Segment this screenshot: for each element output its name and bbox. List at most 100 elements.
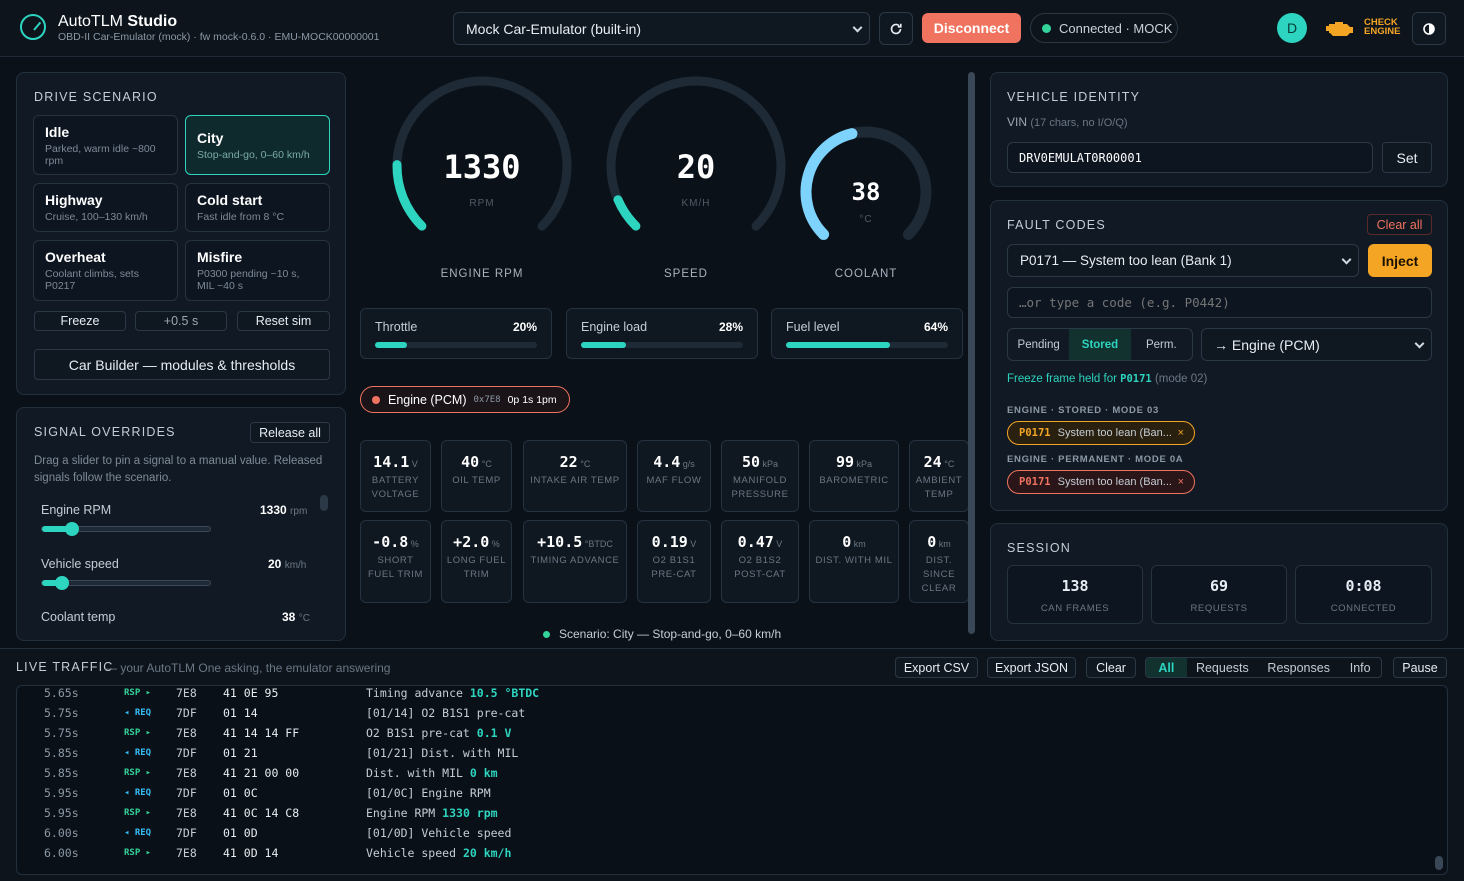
live-traffic-title: LIVE TRAFFIC — [16, 660, 114, 674]
seg-pending[interactable]: Pending — [1008, 329, 1069, 360]
export-csv-button[interactable]: Export CSV — [895, 657, 978, 678]
set-vin-button[interactable]: Set — [1382, 142, 1432, 173]
gauge-label: ENGINE RPM — [440, 268, 524, 280]
step-button[interactable]: +0.5 s — [135, 311, 227, 331]
filter-requests[interactable]: Requests — [1187, 658, 1258, 677]
reset-sim-button[interactable]: Reset sim — [237, 311, 330, 331]
traffic-dir: ◂ REQ — [124, 748, 152, 758]
log-scrollbar[interactable] — [1435, 856, 1443, 870]
traffic-desc: Engine RPM 1330 rpm — [366, 806, 498, 820]
vehicle-speed-slider[interactable] — [41, 576, 211, 590]
connection-status-text: Connected · MOCK — [1059, 20, 1173, 36]
scenario-name: City — [197, 130, 224, 146]
override-value-number: 38 — [282, 610, 296, 624]
freeze-frame-text: Freeze frame held for — [1007, 373, 1121, 385]
bar-label: Throttle — [375, 320, 418, 334]
pid-value: 40 °C — [442, 453, 511, 471]
scrollbar-thumb[interactable] — [320, 495, 328, 511]
freeze-button[interactable]: Freeze — [34, 311, 126, 331]
app-title: AutoTLM Studio — [58, 13, 178, 30]
bar-track — [581, 342, 743, 348]
traffic-id: 7DF — [176, 706, 197, 720]
slider-handle[interactable] — [55, 576, 70, 590]
module-chip[interactable]: Engine (PCM) 0x7E8 0p 1s 1pm — [360, 386, 570, 413]
inject-button[interactable]: Inject — [1368, 244, 1432, 277]
override-value-number: 20 — [268, 557, 282, 571]
refresh-icon — [890, 23, 902, 34]
pid-unit: km — [936, 539, 951, 549]
pid-unit: °C — [577, 459, 591, 469]
scenario-name: Idle — [45, 124, 70, 140]
bar-value: 20% — [512, 320, 537, 334]
traffic-desc: [01/14] O2 B1S1 pre-cat — [366, 706, 525, 720]
close-icon[interactable]: × — [1178, 427, 1184, 439]
clear-log-button[interactable]: Clear — [1086, 657, 1136, 678]
export-json-button[interactable]: Export JSON — [987, 657, 1076, 678]
theme-toggle-button[interactable] — [1412, 12, 1446, 45]
release-all-button[interactable]: Release all — [250, 422, 330, 443]
gauge-unit: RPM — [469, 198, 494, 209]
traffic-desc-text: [01/21] Dist. with MIL — [366, 746, 519, 760]
scenario-card-overheat[interactable]: Overheat Coolant climbs, sets P0217 — [33, 240, 178, 301]
refresh-button[interactable] — [879, 12, 913, 45]
traffic-desc: Vehicle speed 20 km/h — [366, 846, 511, 860]
pid-unit: kPa — [760, 459, 779, 469]
scenario-status: Scenario: City — Stop-and-go, 0–60 km/h — [543, 627, 781, 641]
device-select[interactable]: Mock Car-Emulator (built-in) — [453, 12, 870, 45]
traffic-hx: 01 21 — [223, 746, 258, 760]
top-bar: AutoTLM Studio OBD-II Car-Emulator (mock… — [0, 0, 1464, 57]
dtc-tag-stored[interactable]: P0171 System too lean (Ban... × — [1007, 421, 1195, 445]
stat-requests: 69 REQUESTS — [1151, 565, 1287, 624]
scenario-card-city[interactable]: City Stop-and-go, 0–60 km/h — [185, 115, 330, 175]
traffic-desc: O2 B1S1 pre-cat 0.1 V — [366, 726, 511, 740]
traffic-row: 6.00s ◂ REQ 7DF 01 0D [01/0D] Vehicle speed — [44, 823, 511, 843]
disconnect-button[interactable]: Disconnect — [922, 13, 1021, 43]
freeze-frame-code: P0171 — [1120, 373, 1152, 385]
avatar[interactable]: D — [1277, 13, 1307, 43]
seg-stored[interactable]: Stored — [1069, 329, 1131, 360]
dtc-code-input[interactable] — [1007, 287, 1432, 318]
traffic-dir: RSP ▸ — [124, 688, 152, 698]
slider-handle[interactable] — [65, 522, 80, 536]
traffic-dir: ◂ REQ — [124, 788, 152, 798]
filter-info[interactable]: Info — [1339, 658, 1381, 677]
seg-permanent[interactable]: Perm. — [1131, 329, 1192, 360]
pid-tile: 4.4 g/s MAF FLOW — [637, 440, 711, 512]
dtc-select[interactable]: P0171 — System too lean (Bank 1) — [1007, 244, 1359, 277]
traffic-desc-text: Vehicle speed — [366, 846, 463, 860]
pid-value-number: 0 — [842, 533, 852, 551]
traffic-hx: 41 14 14 FF — [223, 726, 300, 740]
car-builder-button[interactable]: Car Builder — modules & thresholds — [34, 349, 330, 380]
filter-responses[interactable]: Responses — [1258, 658, 1339, 677]
target-module-select[interactable]: → Engine (PCM) — [1201, 328, 1432, 361]
close-icon[interactable]: × — [1178, 476, 1184, 488]
traffic-ts: 5.95s — [44, 806, 79, 820]
pid-unit: V — [409, 459, 418, 469]
scenario-card-idle[interactable]: Idle Parked, warm idle ~800 rpm — [33, 115, 178, 175]
dtc-code: P0171 — [1019, 476, 1051, 488]
traffic-desc-text: [01/0C] Engine RPM — [366, 786, 491, 800]
module-status-dot-icon — [372, 396, 380, 404]
pause-button[interactable]: Pause — [1393, 657, 1447, 678]
bar-fill — [375, 342, 408, 348]
traffic-dir: ◂ REQ — [124, 708, 152, 718]
traffic-desc: Dist. with MIL 0 km — [366, 766, 498, 780]
dtc-code: P0171 — [1019, 427, 1051, 439]
scenario-card-cold-start[interactable]: Cold start Fast idle from 8 °C — [185, 183, 330, 232]
pid-unit: V — [773, 539, 783, 549]
pid-unit: kPa — [854, 459, 873, 469]
dtc-tag-permanent[interactable]: P0171 System too lean (Ban... × — [1007, 470, 1195, 494]
vin-input[interactable]: DRV0EMULAT0R00001 — [1007, 142, 1373, 173]
clear-all-button[interactable]: Clear all — [1367, 214, 1432, 235]
filter-all[interactable]: All — [1146, 658, 1187, 677]
traffic-row: 5.85s ◂ REQ 7DF 01 21 [01/21] Dist. with MIL — [44, 743, 518, 763]
scenario-card-misfire[interactable]: Misfire P0300 pending ~10 s, MIL ~40 s — [185, 240, 330, 301]
scenario-name: Highway — [45, 192, 103, 208]
center-scrollbar[interactable] — [968, 72, 975, 634]
traffic-ts: 5.85s — [44, 766, 79, 780]
pid-name: DIST. SINCE CLEAR — [921, 555, 957, 594]
fault-codes-panel: FAULT CODES Clear all P0171 — System too… — [990, 200, 1448, 511]
override-value-number: 1330 — [260, 503, 287, 517]
engine-rpm-slider[interactable] — [41, 522, 211, 536]
scenario-card-highway[interactable]: Highway Cruise, 100–130 km/h — [33, 183, 178, 232]
